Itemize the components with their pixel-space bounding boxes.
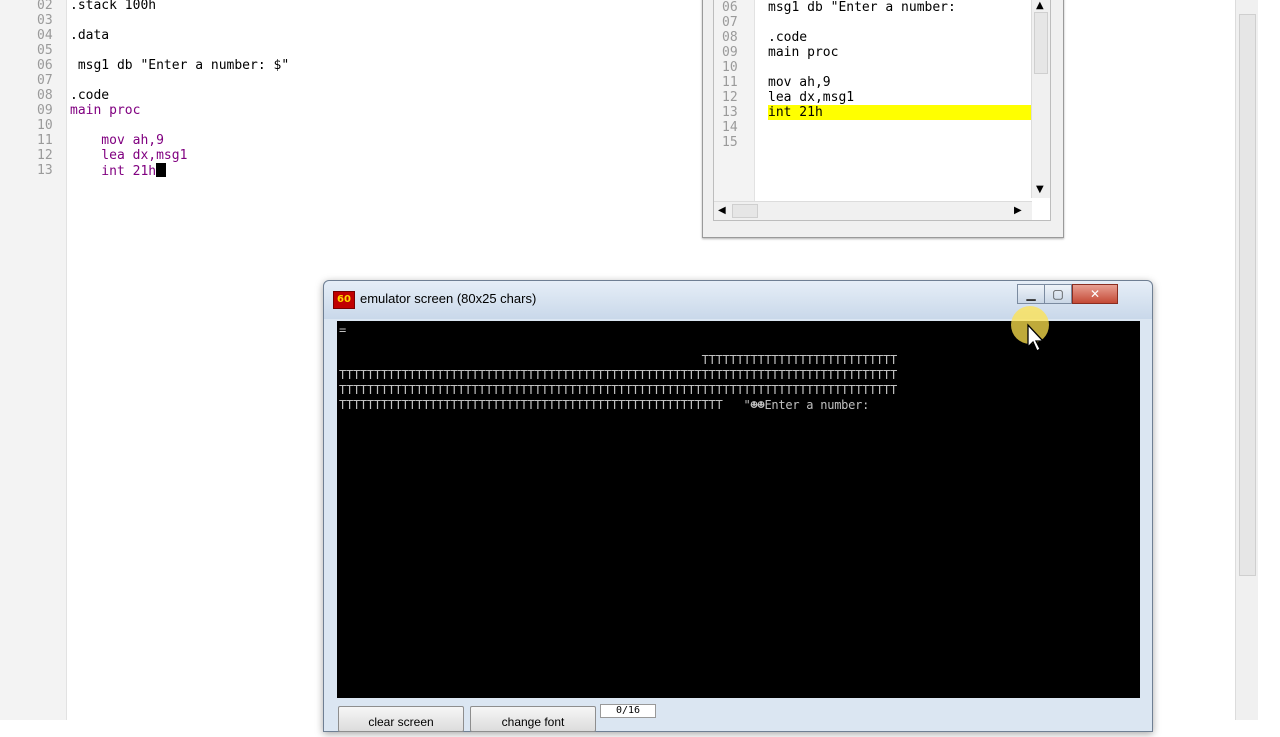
source-code-line: .code xyxy=(768,30,808,45)
output-progress-indicator: 0/16 xyxy=(600,704,656,718)
console-line: TTTTTTTTTTTTTTTTTTTTTTTTTTTTTTTTTTTTTTTT… xyxy=(339,368,897,382)
line-number: 06 xyxy=(37,58,53,73)
console-line: TTTTTTTTTTTTTTTTTTTTTTTTTTTTTTTTTTTTTTTT… xyxy=(339,383,897,397)
line-number: 12 xyxy=(37,148,53,163)
code-line-current: int 21h xyxy=(70,163,167,179)
maximize-icon: ▢ xyxy=(1052,287,1064,301)
line-number: 09 xyxy=(37,103,53,118)
line-number: 08 xyxy=(37,88,53,103)
code-line: lea dx,msg1 xyxy=(70,148,188,163)
line-number: 13 xyxy=(37,163,53,178)
code-line-text: int 21h xyxy=(70,164,157,179)
emulator-bottom-bar: clear screen change font 0/16 xyxy=(324,701,1152,732)
source-line-number: 09 xyxy=(722,45,738,60)
close-button[interactable]: ✕ xyxy=(1072,284,1118,304)
emulator-console-screen[interactable]: = TTTTTTTTTTTTTTTTTTTTTTTTTTTT TTTTTTTTT… xyxy=(337,321,1140,698)
source-line-number: 11 xyxy=(722,75,738,90)
scroll-down-icon[interactable]: ▼ xyxy=(1036,184,1044,195)
scrollbar-thumb[interactable] xyxy=(1034,12,1048,74)
code-line: .data xyxy=(70,28,110,43)
code-line: msg1 db "Enter a number: $" xyxy=(70,58,290,73)
scroll-up-icon[interactable]: ▲ xyxy=(1036,0,1044,11)
code-line: mov ah,9 xyxy=(70,133,164,148)
console-line: TTTTTTTTTTTTTTTTTTTTTTTTTTTT xyxy=(339,353,898,367)
line-number: 07 xyxy=(37,73,53,88)
code-line: .code xyxy=(70,88,110,103)
emulator-app-icon: 60 xyxy=(333,291,355,309)
scrollbar-thumb[interactable] xyxy=(732,204,758,218)
scroll-right-icon[interactable]: ▶ xyxy=(1014,205,1022,216)
source-preview-window[interactable]: 06 msg1 db "Enter a number: 07 08 .code … xyxy=(702,0,1064,238)
source-vertical-scrollbar[interactable]: ▲ ▼ xyxy=(1031,0,1050,198)
text-cursor xyxy=(156,163,167,177)
line-number: 03 xyxy=(37,13,53,28)
source-code-line-highlighted: int 21h xyxy=(768,105,1036,120)
source-line-number: 10 xyxy=(722,60,738,75)
source-code-line: msg1 db "Enter a number: xyxy=(768,0,956,15)
source-code-line: main proc xyxy=(768,45,839,60)
emulator-window-title: emulator screen (80x25 chars) xyxy=(360,291,537,306)
source-line-number: 07 xyxy=(722,15,738,30)
change-font-button[interactable]: change font xyxy=(470,706,596,732)
line-number: 11 xyxy=(37,133,53,148)
line-number: 05 xyxy=(37,43,53,58)
scrollbar-thumb[interactable] xyxy=(1239,14,1256,576)
clear-screen-button[interactable]: clear screen xyxy=(338,706,464,732)
mouse-pointer-icon xyxy=(1010,305,1060,359)
maximize-button[interactable]: ▢ xyxy=(1044,284,1072,304)
source-line-number: 06 xyxy=(722,0,738,15)
console-line: = xyxy=(339,323,346,337)
source-line-number: 15 xyxy=(722,135,738,150)
source-code-line: lea dx,msg1 xyxy=(768,90,855,105)
editor-vertical-scrollbar[interactable] xyxy=(1235,0,1258,720)
code-line: main proc xyxy=(70,103,141,118)
code-line: .stack 100h xyxy=(70,0,157,13)
line-number: 10 xyxy=(37,118,53,133)
source-code-line: mov ah,9 xyxy=(768,75,831,90)
line-number: 04 xyxy=(37,28,53,43)
scroll-left-icon[interactable]: ◀ xyxy=(718,205,726,216)
minimize-icon: ▁ xyxy=(1026,287,1036,301)
minimize-button[interactable]: ▁ xyxy=(1017,284,1045,304)
console-line: TTTTTTTTTTTTTTTTTTTTTTTTTTTTTTTTTTTTTTTT… xyxy=(339,398,870,412)
close-icon: ✕ xyxy=(1089,287,1101,301)
source-line-number: 13 xyxy=(722,105,738,120)
source-line-number: 12 xyxy=(722,90,738,105)
line-number: 02 xyxy=(37,0,53,13)
source-horizontal-scrollbar[interactable]: ◀ ▶ xyxy=(714,201,1032,220)
source-line-number: 08 xyxy=(722,30,738,45)
source-line-number: 14 xyxy=(722,120,738,135)
source-preview-pane[interactable]: 06 msg1 db "Enter a number: 07 08 .code … xyxy=(713,0,1051,221)
